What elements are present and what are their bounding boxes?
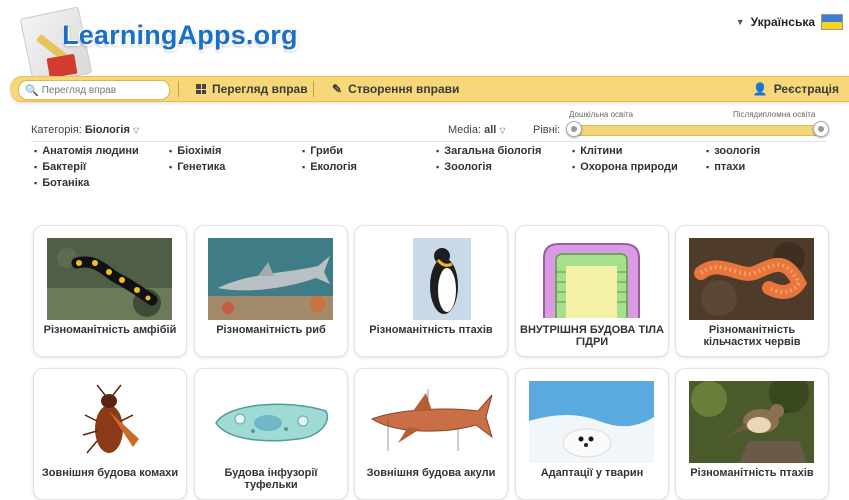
app-card-title: Різноманітність кільчастих червів <box>703 324 801 348</box>
app-card-title: Різноманітність амфібій <box>43 324 177 336</box>
app-card[interactable]: Різноманітність кільчастих червів <box>675 225 829 357</box>
app-card[interactable]: Різноманітність риб <box>194 225 348 357</box>
app-card-title: Будова інфузорії туфельки <box>224 467 318 491</box>
category-filter[interactable]: Категорія: Біологія ▽ <box>31 124 139 136</box>
category-link[interactable]: Бактерії <box>34 161 86 173</box>
search-box[interactable]: 🔍 <box>18 80 170 100</box>
nav-register-label: Реєстрація <box>773 82 839 96</box>
category-link[interactable]: птахи <box>706 161 745 173</box>
level-slider-min-handle[interactable] <box>566 121 582 137</box>
category-value: Біологія <box>84 124 130 136</box>
category-label: Категорія: <box>31 124 82 136</box>
logo-text: LearningApps.org <box>62 20 298 50</box>
category-link[interactable]: Клітини <box>572 145 622 157</box>
language-selector[interactable]: ▼ Українська <box>736 14 843 30</box>
app-card[interactable]: Різноманітність амфібій <box>33 225 187 357</box>
app-card-title: Адаптації у тварин <box>540 467 644 479</box>
app-card[interactable]: ВНУТРІШНЯ БУДОВА ТІЛА ГІДРИ <box>515 225 669 357</box>
category-link[interactable]: Генетика <box>169 161 225 173</box>
hydra-diagram-thumbnail <box>529 238 654 320</box>
search-icon: 🔍 <box>25 84 39 97</box>
logo[interactable]: LearningApps.org <box>18 6 318 86</box>
category-link[interactable]: Гриби <box>302 145 343 157</box>
user-icon: 👤 <box>752 82 768 96</box>
nav-register-button[interactable]: 👤 Реєстрація <box>753 82 839 96</box>
app-card[interactable]: Різноманітність птахів <box>675 368 829 500</box>
media-label: Media: <box>448 124 482 136</box>
app-card-title: Різноманітність птахів <box>690 467 814 479</box>
level-slider-track[interactable] <box>567 125 827 136</box>
category-link[interactable]: Біохімія <box>169 145 221 157</box>
app-card[interactable]: Зовнішня будова комахи <box>33 368 187 500</box>
thrush-bird-thumbnail <box>689 381 814 463</box>
paramecium-thumbnail <box>208 381 333 463</box>
grid-icon <box>196 84 206 94</box>
app-card-title: Різноманітність птахів <box>369 324 493 336</box>
filter-divider <box>31 141 827 142</box>
shark-diagram-thumbnail <box>368 381 493 463</box>
main-navbar: 🔍 Перегляд вправ ✎ Створення вправи 👤 Ре… <box>10 76 849 102</box>
app-card[interactable]: Адаптації у тварин <box>515 368 669 500</box>
salamander-thumbnail <box>47 238 172 320</box>
language-label: Українська <box>750 15 815 29</box>
nav-divider <box>313 81 314 97</box>
media-filter[interactable]: Media: all ▽ <box>448 124 506 136</box>
dropdown-triangle-icon: ▼ <box>735 17 745 27</box>
nav-browse-label: Перегляд вправ <box>212 82 308 96</box>
shark-fish-thumbnail <box>208 238 333 320</box>
nav-browse-button[interactable]: Перегляд вправ <box>196 82 308 96</box>
chevron-down-icon: ▽ <box>132 126 140 135</box>
media-value: all <box>484 124 497 136</box>
app-card[interactable]: Різноманітність птахів <box>354 225 508 357</box>
beetle-thumbnail <box>47 381 172 463</box>
nav-create-label: Створення вправи <box>348 82 460 96</box>
level-min-label: Дошкільна освіта <box>569 110 634 119</box>
category-link[interactable]: Загальна біологія <box>436 145 541 157</box>
annelid-worm-thumbnail <box>689 238 814 320</box>
pencil-icon: ✎ <box>332 82 343 96</box>
nav-divider <box>178 81 179 97</box>
app-card[interactable]: Будова інфузорії туфельки <box>194 368 348 500</box>
category-link[interactable]: Охорона природи <box>572 161 678 173</box>
category-list: Анатомія людини Біохімія Гриби Загальна … <box>34 145 794 195</box>
chevron-down-icon: ▽ <box>499 126 506 135</box>
category-link[interactable]: зоологія <box>706 145 760 157</box>
app-card-title: Зовнішня будова комахи <box>41 467 179 479</box>
level-max-label: Післядипломна освіта <box>733 110 816 119</box>
category-link[interactable]: Екологія <box>302 161 357 173</box>
app-card-title: ВНУТРІШНЯ БУДОВА ТІЛА ГІДРИ <box>520 324 664 348</box>
seal-pup-thumbnail <box>529 381 654 463</box>
app-card-title: Різноманітність риб <box>216 324 326 336</box>
ukraine-flag-icon <box>821 14 843 30</box>
category-link[interactable]: Анатомія людини <box>34 145 139 157</box>
category-link[interactable]: Зоологія <box>436 161 492 173</box>
penguin-thumbnail <box>368 238 493 320</box>
search-input[interactable] <box>41 84 162 96</box>
app-card[interactable]: Зовнішня будова акули <box>354 368 508 500</box>
category-link[interactable]: Ботаніка <box>34 177 89 189</box>
levels-label: Рівні: <box>533 124 561 136</box>
app-card-title: Зовнішня будова акули <box>366 467 496 479</box>
nav-create-button[interactable]: ✎ Створення вправи <box>332 82 459 96</box>
level-slider-max-handle[interactable] <box>813 121 829 137</box>
